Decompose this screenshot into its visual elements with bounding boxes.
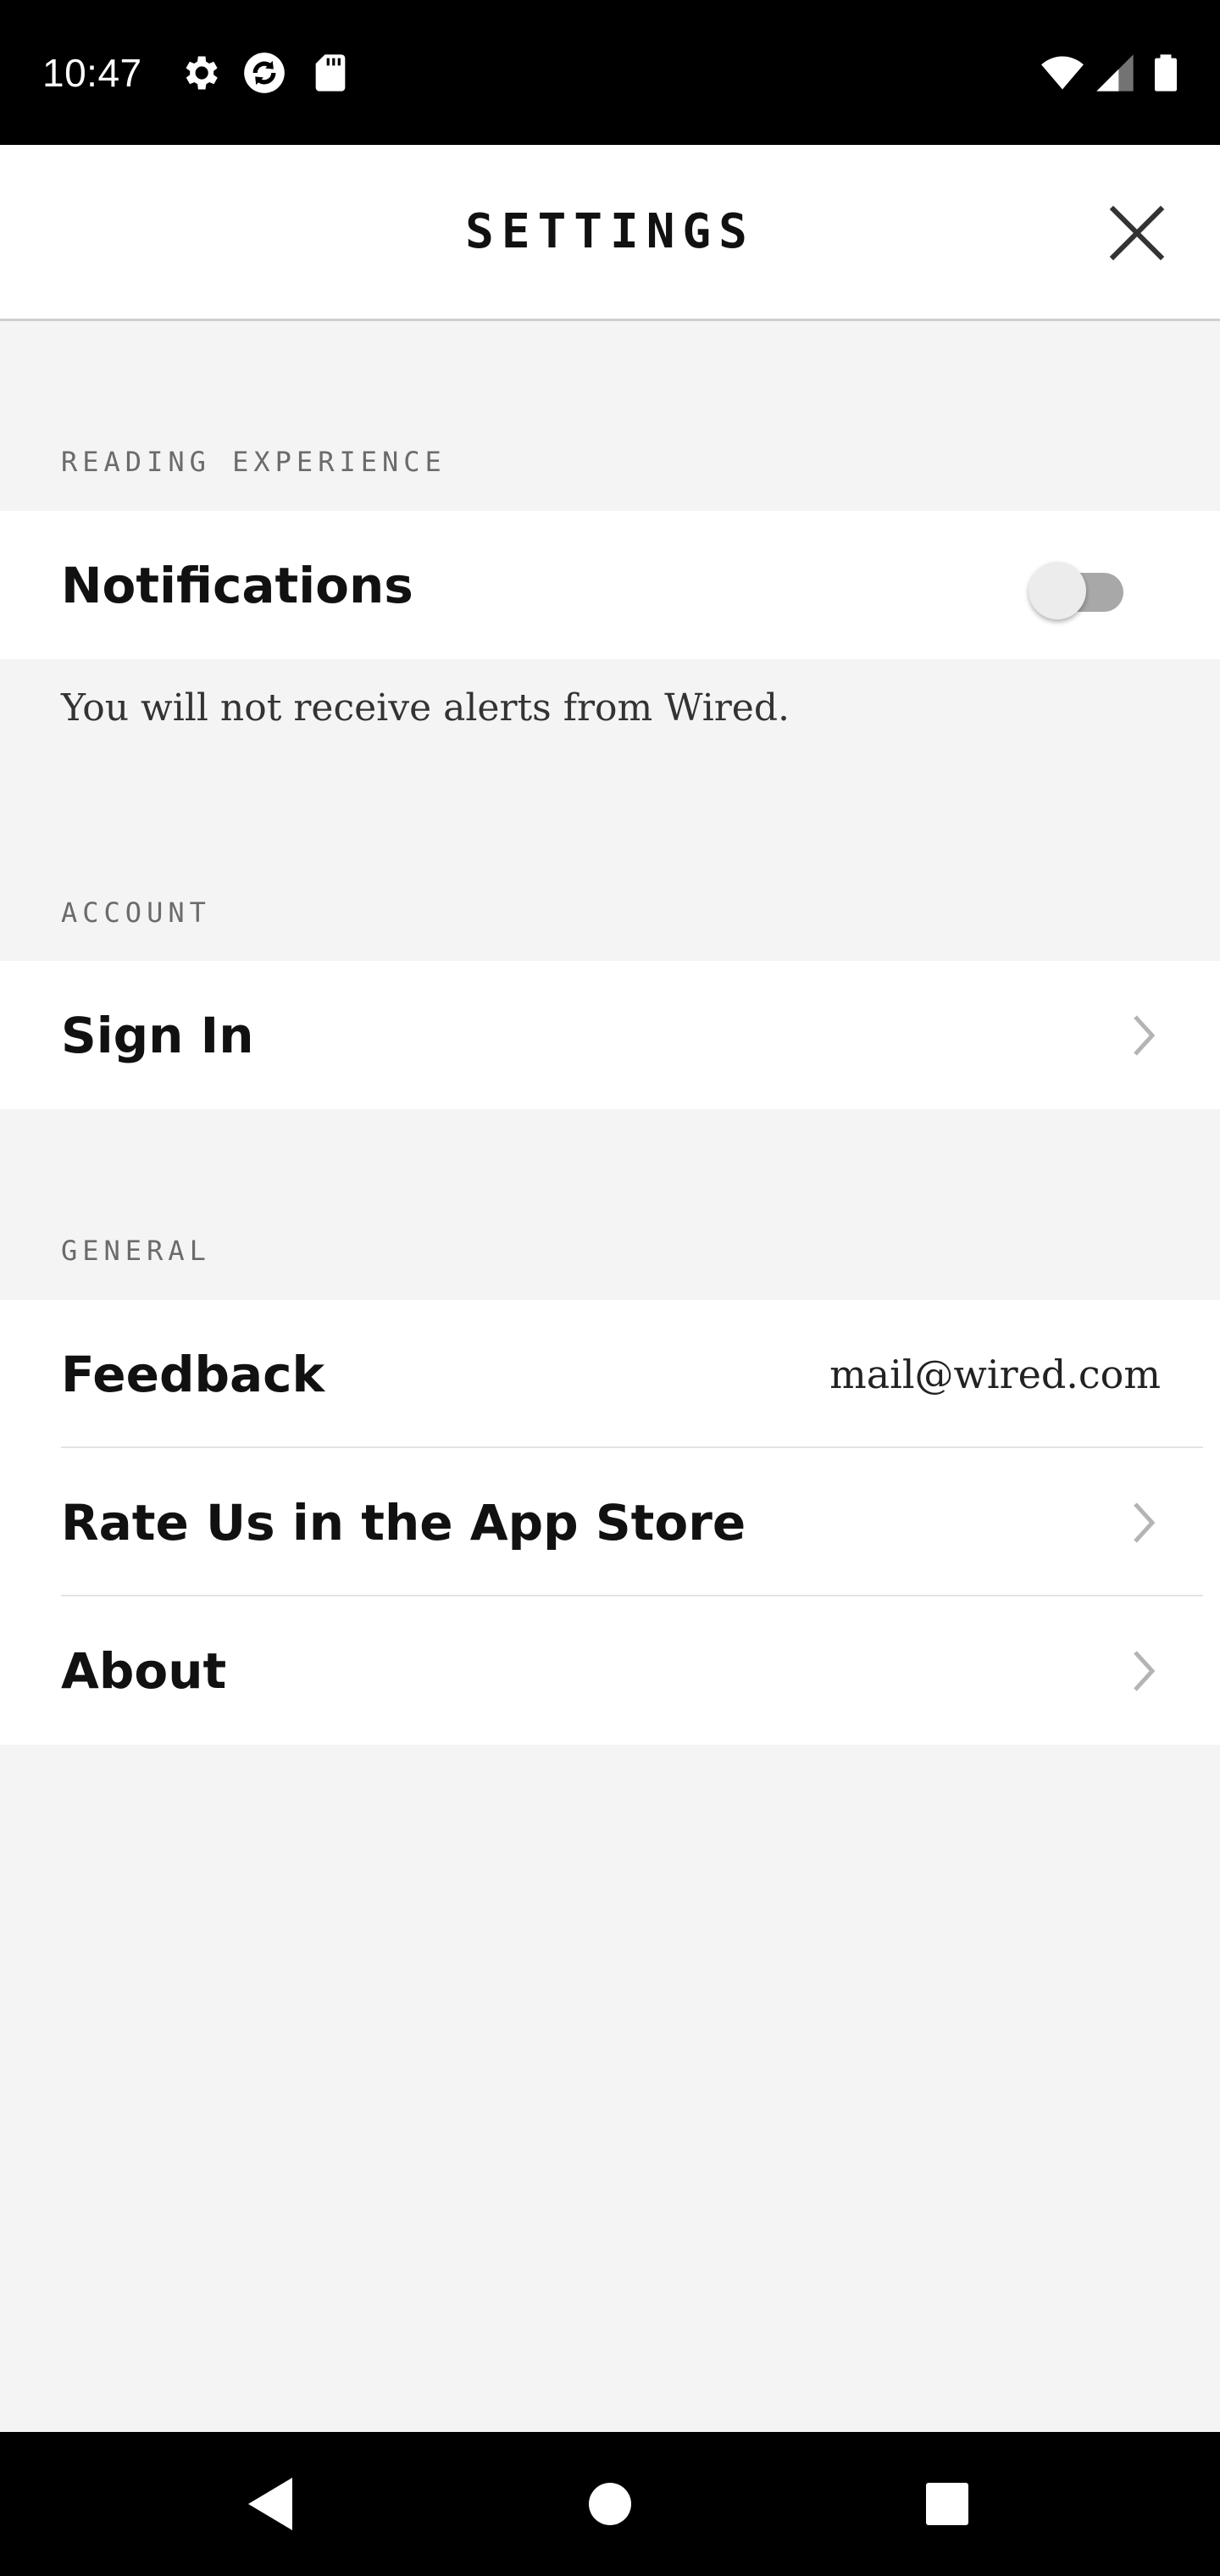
recents-button[interactable]: [909, 2466, 985, 2542]
feedback-row[interactable]: Feedback mail@wired.com: [0, 1300, 1220, 1448]
chevron-right-icon: [1127, 1010, 1161, 1061]
status-time: 10:47: [42, 51, 142, 95]
app-bar: SETTINGS: [0, 145, 1220, 321]
notifications-label: Notifications: [61, 556, 413, 614]
section-header-reading-experience: READING EXPERIENCE: [61, 446, 446, 478]
wifi-icon: [1041, 56, 1084, 90]
close-button[interactable]: [1101, 197, 1173, 269]
toggle-thumb: [1029, 561, 1086, 619]
section-header-general: GENERAL: [61, 1235, 211, 1267]
home-button[interactable]: [572, 2466, 648, 2542]
feedback-label: Feedback: [61, 1345, 325, 1403]
status-bar: 10:47: [0, 0, 1220, 145]
back-icon: [248, 2478, 292, 2530]
rate-app-row[interactable]: Rate Us in the App Store: [0, 1448, 1220, 1596]
about-row[interactable]: About: [0, 1596, 1220, 1745]
gear-icon: [186, 56, 218, 90]
sign-in-label: Sign In: [61, 1006, 254, 1064]
notifications-row: Notifications: [0, 511, 1220, 659]
notifications-toggle[interactable]: [1025, 552, 1135, 619]
about-label: About: [61, 1641, 227, 1700]
rate-app-label: Rate Us in the App Store: [61, 1493, 746, 1552]
sign-in-row[interactable]: Sign In: [0, 961, 1220, 1109]
section-header-account: ACCOUNT: [61, 897, 211, 929]
recents-icon: [926, 2483, 968, 2525]
sd-card-icon: [315, 54, 346, 92]
chevron-right-icon: [1127, 1497, 1161, 1548]
home-icon: [589, 2483, 631, 2525]
chevron-right-icon: [1127, 1646, 1161, 1696]
page-title: SETTINGS: [465, 204, 755, 259]
sync-icon: [244, 53, 285, 93]
cell-signal-icon: [1096, 54, 1134, 92]
close-icon: [1109, 205, 1165, 261]
battery-icon: [1155, 54, 1177, 92]
back-button[interactable]: [233, 2466, 309, 2542]
feedback-email[interactable]: mail@wired.com: [829, 1349, 1161, 1400]
notifications-helper-text: You will not receive alerts from Wired.: [61, 686, 790, 730]
navigation-bar: [0, 2432, 1220, 2576]
